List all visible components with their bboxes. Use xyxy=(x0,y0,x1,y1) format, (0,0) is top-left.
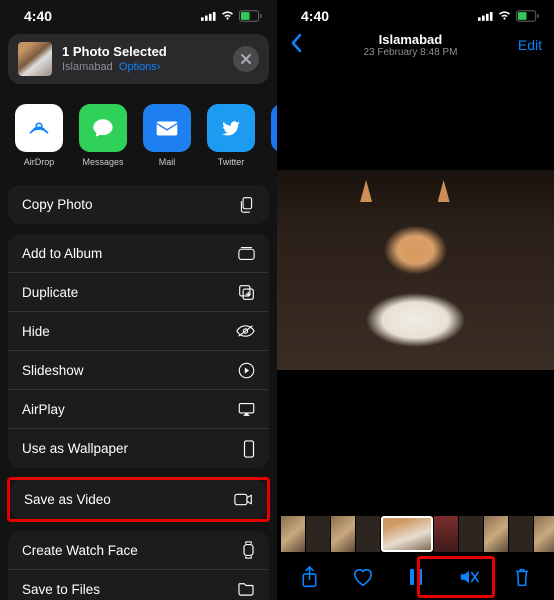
trash-button[interactable] xyxy=(508,567,536,588)
save-to-files-row[interactable]: Save to Files xyxy=(8,570,269,600)
highlight-annotation xyxy=(417,556,495,598)
phone-icon xyxy=(243,440,255,458)
add-to-album-row[interactable]: Add to Album xyxy=(8,234,269,273)
main-photo xyxy=(277,170,554,370)
battery-icon xyxy=(516,10,540,22)
share-thumbnail xyxy=(18,42,52,76)
watch-icon xyxy=(242,541,255,559)
share-header: 1 Photo Selected Islamabad Options› xyxy=(8,34,269,84)
wifi-icon xyxy=(497,10,512,21)
save-as-video-row[interactable]: Save as Video xyxy=(10,480,267,519)
nav-bar: Islamabad 23 February 8:48 PM Edit xyxy=(277,28,554,62)
thumb-item[interactable] xyxy=(306,516,330,552)
hide-row[interactable]: Hide xyxy=(8,312,269,351)
status-bar: 4:40 xyxy=(0,0,277,28)
nav-title: Islamabad xyxy=(363,32,457,47)
thumb-item[interactable] xyxy=(356,516,380,552)
mail-tile[interactable]: Mail xyxy=(142,104,192,167)
status-bar: 4:40 xyxy=(277,0,554,28)
album-icon xyxy=(238,246,255,261)
eye-slash-icon xyxy=(236,324,255,338)
duplicate-row[interactable]: Duplicate xyxy=(8,273,269,312)
bottom-toolbar xyxy=(277,554,554,600)
thumb-item[interactable] xyxy=(509,516,533,552)
signal-icon xyxy=(478,11,493,21)
close-button[interactable] xyxy=(233,46,259,72)
thumb-item[interactable] xyxy=(484,516,508,552)
messages-tile[interactable]: Messages xyxy=(78,104,128,167)
thumbnail-strip[interactable] xyxy=(277,516,554,552)
mail-icon xyxy=(143,104,191,152)
photo-viewer-screen: 4:40 Islamabad 23 February 8:48 PM Edit xyxy=(277,0,554,600)
thumb-item[interactable] xyxy=(281,516,305,552)
facebook-tile[interactable]: Fa xyxy=(270,104,277,167)
nav-subtitle: 23 February 8:48 PM xyxy=(363,47,457,58)
back-button[interactable] xyxy=(289,33,303,58)
airplay-row[interactable]: AirPlay xyxy=(8,390,269,429)
favorite-button[interactable] xyxy=(349,567,377,587)
status-time: 4:40 xyxy=(301,8,329,24)
slideshow-row[interactable]: Slideshow xyxy=(8,351,269,390)
twitter-icon xyxy=(207,104,255,152)
close-icon xyxy=(240,53,252,65)
thumb-item[interactable] xyxy=(459,516,483,552)
thumb-item-selected[interactable] xyxy=(381,516,433,552)
thumb-item[interactable] xyxy=(434,516,458,552)
messages-icon xyxy=(79,104,127,152)
thumb-item[interactable] xyxy=(534,516,554,552)
share-sheet-screen: 4:40 1 Photo Selected Islamabad Options›… xyxy=(0,0,277,600)
thumb-item[interactable] xyxy=(331,516,355,552)
wallpaper-row[interactable]: Use as Wallpaper xyxy=(8,429,269,468)
duplicate-icon xyxy=(238,284,255,301)
play-circle-icon xyxy=(238,362,255,379)
twitter-tile[interactable]: Twitter xyxy=(206,104,256,167)
battery-icon xyxy=(239,10,263,22)
actions-list: Copy Photo Add to Album Duplicate Hide S… xyxy=(8,185,269,600)
signal-icon xyxy=(201,11,216,21)
watch-face-row[interactable]: Create Watch Face xyxy=(8,531,269,570)
airdrop-tile[interactable]: AirDrop xyxy=(14,104,64,167)
copy-icon xyxy=(238,196,255,213)
airdrop-icon xyxy=(15,104,63,152)
share-title: 1 Photo Selected xyxy=(62,45,167,59)
video-icon xyxy=(234,493,253,506)
options-link[interactable]: Options xyxy=(119,61,157,73)
photo-viewport[interactable] xyxy=(277,170,554,370)
share-apps-row: AirDrop Messages Mail Twitter Fa xyxy=(0,84,277,175)
share-subtitle[interactable]: Islamabad Options› xyxy=(62,61,167,73)
folder-icon xyxy=(237,582,255,596)
airplay-icon xyxy=(238,402,255,417)
copy-photo-row[interactable]: Copy Photo xyxy=(8,185,269,224)
edit-button[interactable]: Edit xyxy=(518,37,542,53)
status-time: 4:40 xyxy=(24,8,52,24)
share-button[interactable] xyxy=(296,566,324,589)
wifi-icon xyxy=(220,10,235,21)
